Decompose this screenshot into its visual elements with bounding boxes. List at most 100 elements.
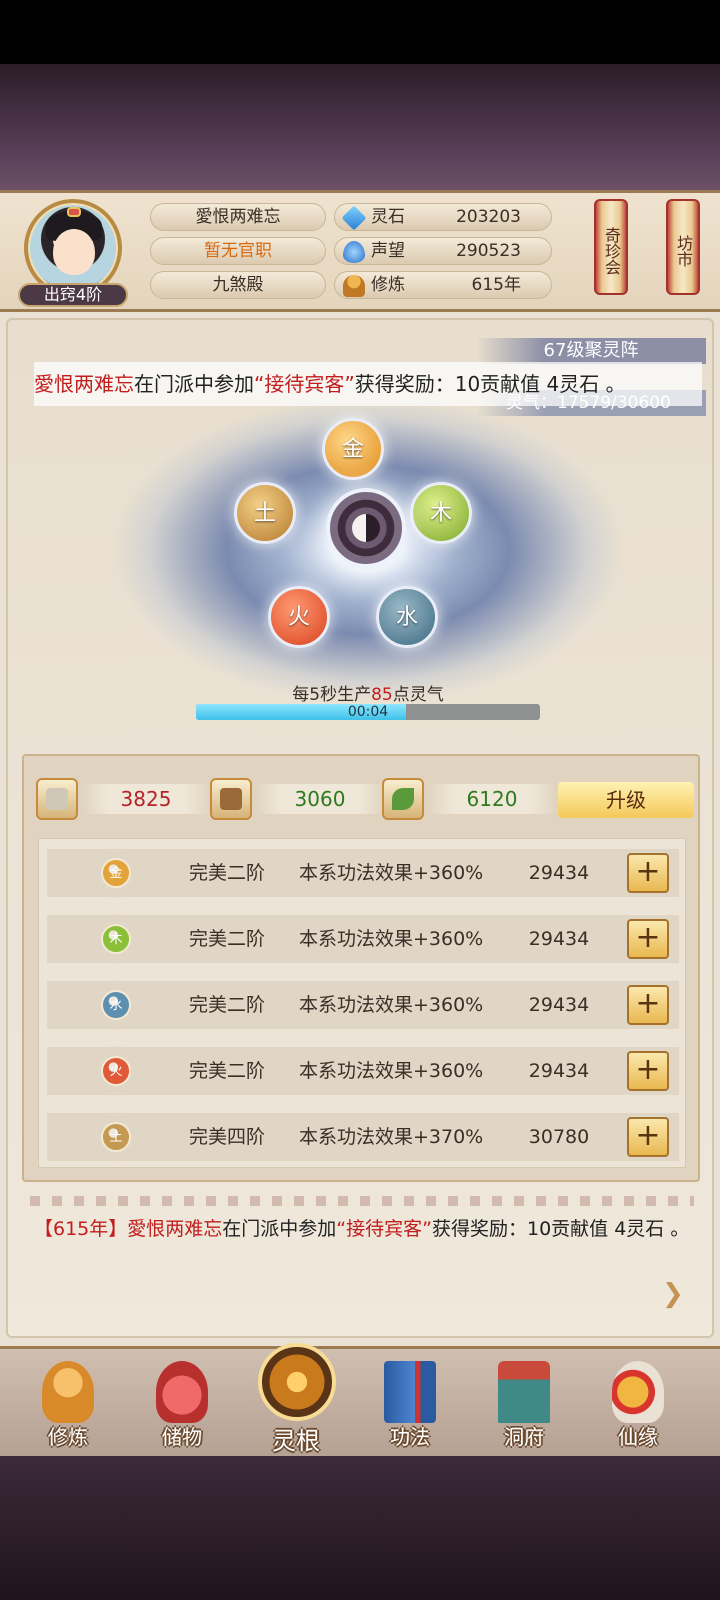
resource-value: 290523 [456, 241, 521, 261]
spirit-stone-icon [341, 205, 367, 231]
player-header: 出窍4阶 愛恨两难忘 暂无官职 九煞殿 灵石 203203 声望 290523 … [0, 190, 720, 312]
book-icon [384, 1361, 436, 1423]
root-row-fire: 火 完美二阶 本系功法效果+360% 29434 + [47, 1047, 679, 1095]
book-icon [36, 778, 78, 820]
production-amount: 85 [371, 685, 393, 705]
resource-value: 203203 [456, 207, 521, 227]
top-decor-band [0, 64, 720, 192]
root-effect: 本系功法效果+360% [299, 928, 484, 950]
nav-fortune[interactable]: 仙缘 [588, 1349, 688, 1459]
wood-root-icon: 木 [101, 924, 131, 954]
avatar-face [53, 229, 95, 275]
water-root-icon: 水 [101, 990, 131, 1020]
nav-label: 功法 [390, 1425, 430, 1449]
root-power: 30780 [528, 1126, 590, 1148]
add-water-button[interactable]: + [627, 985, 669, 1025]
event-log: 【615年】愛恨两难忘在门派中参加“接待宾客”获得奖励：10贡献值 4灵石 。 [34, 1218, 690, 1240]
root-stage: 完美二阶 [189, 862, 266, 884]
nav-techniques[interactable]: 功法 [360, 1349, 460, 1459]
player-name[interactable]: 愛恨两难忘 [150, 203, 326, 231]
add-fire-button[interactable]: + [627, 1051, 669, 1091]
metal-root-icon: 金 [101, 858, 131, 888]
root-stage: 完美二阶 [189, 1060, 266, 1082]
cost-value: 6120 [428, 784, 556, 814]
cultivation-icon [343, 275, 365, 297]
resource-prestige[interactable]: 声望 290523 [334, 237, 552, 265]
spirit-root-panel: 67级聚灵阵 灵气：17579/30600 愛恨两难忘在门派中参加“接待宾客”获… [6, 318, 714, 1338]
player-hall[interactable]: 九煞殿 [150, 271, 326, 299]
root-stage: 完美四阶 [189, 1126, 266, 1148]
avatar-hair-ornament [67, 207, 81, 217]
root-effect: 本系功法效果+370% [299, 1126, 484, 1148]
nav-label: 修炼 [48, 1425, 88, 1449]
element-orb-fire[interactable]: 火 [268, 586, 330, 648]
root-power: 29434 [528, 928, 590, 950]
production-rate: 每5秒生产85点灵气 [292, 685, 444, 705]
divider [30, 1196, 694, 1206]
cost-value: 3825 [82, 784, 210, 814]
scroll-stack-icon [210, 778, 252, 820]
cost-herb: 6120 [382, 778, 558, 820]
status-bar-area [0, 0, 720, 64]
pouch-icon [156, 1361, 208, 1423]
root-effect: 本系功法效果+360% [299, 994, 484, 1016]
resource-label: 修炼 [371, 275, 405, 295]
nav-cave[interactable]: 洞府 [474, 1349, 574, 1459]
root-power: 29434 [528, 994, 590, 1016]
cost-book: 3825 [36, 778, 212, 820]
nav-spirit-root[interactable]: 灵根 [246, 1343, 346, 1459]
ticker-event: “接待宾客” [254, 372, 355, 396]
element-orb-wood[interactable]: 木 [410, 482, 472, 544]
log-year: 【615年】 [34, 1218, 128, 1240]
resource-cultivation[interactable]: 修炼 615年 [334, 271, 552, 299]
prestige-icon [343, 241, 365, 263]
root-effect: 本系功法效果+360% [299, 862, 484, 884]
ticker-reward: 获得奖励：10贡献值 4灵石 。 [354, 372, 626, 396]
fire-root-icon: 火 [101, 1056, 131, 1086]
root-effect: 本系功法效果+360% [299, 1060, 484, 1082]
market-button[interactable]: 坊市 [666, 199, 700, 295]
nav-label: 仙缘 [618, 1425, 658, 1449]
element-orb-earth[interactable]: 土 [234, 482, 296, 544]
resource-label: 灵石 [371, 207, 405, 227]
element-orb-water[interactable]: 水 [376, 586, 438, 648]
bottom-navigation: 修炼 储物 灵根 功法 洞府 仙缘 [0, 1343, 720, 1459]
chevron-right-icon[interactable]: ❯ [662, 1280, 690, 1308]
root-upgrade-panel: 3825 3060 6120 升级 金 完美二阶 本系功法效果+360% 294… [22, 754, 700, 1182]
event-ticker: 愛恨两难忘在门派中参加“接待宾客”获得奖励：10贡献值 4灵石 。 [34, 362, 702, 406]
meditation-icon [42, 1361, 94, 1423]
gourd-icon [612, 1361, 664, 1423]
nav-cultivation[interactable]: 修炼 [18, 1349, 118, 1459]
treasure-fair-button[interactable]: 奇珍会 [594, 199, 628, 295]
add-earth-button[interactable]: + [627, 1117, 669, 1157]
ticker-text: 在门派中参加 [134, 372, 254, 396]
root-row-metal: 金 完美二阶 本系功法效果+360% 29434 + [47, 849, 679, 897]
yin-yang-icon [352, 514, 380, 542]
player-office[interactable]: 暂无官职 [150, 237, 326, 265]
add-metal-button[interactable]: + [627, 853, 669, 893]
pavilion-icon [498, 1361, 550, 1423]
root-power: 29434 [528, 862, 590, 884]
root-power: 29434 [528, 1060, 590, 1082]
progress-timer: 00:04 [347, 704, 389, 720]
spirit-root-icon [258, 1343, 336, 1421]
resource-label: 声望 [371, 241, 405, 261]
nav-label: 灵根 [272, 1427, 320, 1455]
player-avatar[interactable]: 出窍4阶 [18, 199, 128, 307]
cost-value: 3060 [256, 784, 384, 814]
herb-icon [382, 778, 424, 820]
taiji-icon[interactable] [326, 488, 406, 568]
element-orb-metal[interactable]: 金 [322, 418, 384, 480]
upgrade-button[interactable]: 升级 [558, 782, 694, 818]
root-list: 金 完美二阶 本系功法效果+360% 29434 + 木 完美二阶 本系功法效果… [38, 838, 686, 1168]
root-stage: 完美二阶 [189, 928, 266, 950]
resource-spirit-stone[interactable]: 灵石 203203 [334, 203, 552, 231]
ticker-name: 愛恨两难忘 [34, 372, 134, 396]
nav-storage[interactable]: 储物 [132, 1349, 232, 1459]
root-row-water: 水 完美二阶 本系功法效果+360% 29434 + [47, 981, 679, 1029]
bottom-decor-band [0, 1456, 720, 1600]
earth-root-icon: 土 [101, 1122, 131, 1152]
add-wood-button[interactable]: + [627, 919, 669, 959]
cost-scrolls: 3060 [210, 778, 386, 820]
main-area: 67级聚灵阵 灵气：17579/30600 愛恨两难忘在门派中参加“接待宾客”获… [0, 312, 720, 1346]
